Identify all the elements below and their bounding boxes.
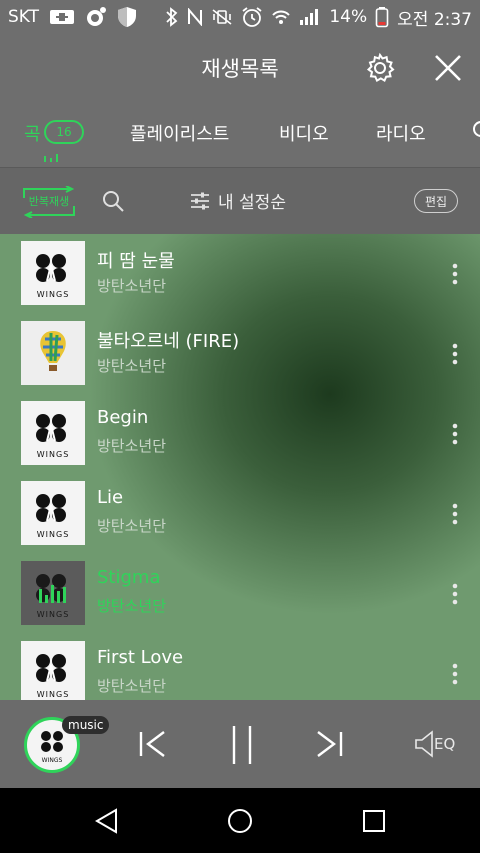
song-row-now-playing[interactable]: WINGS Stigma 방탄소년단 (0, 554, 480, 634)
wifi-icon (271, 7, 291, 27)
back-icon[interactable] (94, 808, 120, 838)
song-title: 불타오르네 (FIRE) (97, 331, 240, 352)
svg-text:WINGS: WINGS (37, 530, 70, 539)
alarm-icon (241, 6, 263, 28)
more-options-icon[interactable] (447, 262, 463, 286)
song-artist: 방탄소년단 (97, 357, 167, 375)
song-row[interactable]: WINGS Begin 방탄소년단 (0, 394, 480, 474)
tab-radio[interactable]: 라디오 (376, 120, 426, 146)
svg-text:WINGS: WINGS (42, 757, 63, 764)
home-icon[interactable] (227, 808, 253, 838)
album-art (21, 321, 85, 385)
clock: 오전 2:37 (397, 9, 472, 30)
song-artist: 방탄소년단 (97, 277, 167, 295)
sort-sliders-icon (191, 192, 209, 209)
sort-label: 내 설정순 (218, 193, 286, 213)
song-row[interactable]: WINGS First Love 방탄소년단 (0, 634, 480, 700)
sort-button[interactable]: 내 설정순 (190, 188, 286, 213)
song-artist: 방탄소년단 (97, 437, 167, 455)
tab-videos[interactable]: 비디오 (279, 120, 329, 146)
edit-button[interactable]: 편집 (414, 189, 458, 213)
song-row[interactable]: WINGS 피 땀 눈물 방탄소년단 (0, 234, 480, 314)
carrier-label: SKT (8, 7, 40, 27)
mini-player: WINGS music EQ (0, 700, 480, 788)
system-nav-bar (0, 788, 480, 853)
previous-track-icon[interactable] (136, 728, 168, 764)
svg-text:WINGS: WINGS (37, 690, 70, 699)
song-row[interactable]: WINGS Lie 방탄소년단 (0, 474, 480, 554)
status-bar: SKT 14% 오전 2:37 (0, 0, 480, 34)
eq-button[interactable]: EQ (414, 730, 455, 758)
recents-icon[interactable] (362, 809, 386, 837)
pause-icon[interactable] (226, 724, 258, 770)
playlist-header: 재생목록 (0, 34, 480, 102)
song-artist: 방탄소년단 (97, 677, 167, 695)
signal-icon (299, 8, 321, 26)
next-track-icon[interactable] (314, 728, 346, 764)
svg-text:WINGS: WINGS (37, 450, 70, 459)
album-art: WINGS (21, 561, 85, 625)
album-art: WINGS (21, 241, 85, 305)
song-artist: 방탄소년단 (97, 597, 167, 615)
page-title: 재생목록 (201, 57, 279, 81)
more-options-icon[interactable] (447, 342, 463, 366)
album-art: WINGS (21, 641, 85, 700)
nfc-icon (187, 8, 203, 26)
battery-percent: 14% (329, 7, 368, 27)
tab-playlists[interactable]: 플레이리스트 (130, 120, 229, 146)
tab-bar: 곡 16 플레이리스트 비디오 라디오 (0, 102, 480, 168)
repeat-label: 반복재생 (28, 195, 70, 208)
close-icon[interactable] (432, 52, 464, 84)
song-list: WINGS 피 땀 눈물 방탄소년단 불타오르네 (FIRE) 방탄소년단 WI… (0, 234, 480, 700)
vibrate-mute-icon (211, 8, 233, 26)
now-playing-eq-icon (44, 154, 58, 162)
tab-more-partial[interactable] (472, 120, 480, 143)
shield-icon (117, 6, 137, 28)
album-art: WINGS (21, 481, 85, 545)
battery-icon (375, 6, 389, 28)
song-title: Begin (97, 407, 149, 428)
tab-songs[interactable]: 곡 (24, 120, 41, 146)
eq-label: EQ (434, 735, 456, 753)
more-options-icon[interactable] (447, 422, 463, 446)
song-title: 피 땀 눈물 (97, 251, 175, 272)
bluetooth-icon (165, 7, 179, 27)
repeat-button[interactable]: 반복재생 (20, 186, 78, 218)
search-icon[interactable] (102, 190, 124, 216)
list-toolbar: 반복재생 내 설정순 편집 (0, 168, 480, 234)
music-app-tag: music (62, 716, 110, 734)
svg-text:WINGS: WINGS (37, 290, 70, 299)
more-options-icon[interactable] (447, 582, 463, 606)
more-options-icon[interactable] (447, 502, 463, 526)
song-title: Stigma (97, 567, 161, 588)
song-row[interactable]: 불타오르네 (FIRE) 방탄소년단 (0, 314, 480, 394)
message-icon (49, 8, 75, 26)
album-art: WINGS (21, 401, 85, 465)
song-title: Lie (97, 487, 124, 508)
app-notification-icon (85, 6, 107, 28)
song-title: First Love (97, 647, 184, 668)
song-count-badge: 16 (44, 120, 84, 144)
settings-gear-icon[interactable] (364, 52, 396, 84)
speaker-icon (415, 730, 433, 758)
svg-text:WINGS: WINGS (37, 610, 70, 619)
more-options-icon[interactable] (447, 662, 463, 686)
song-artist: 방탄소년단 (97, 517, 167, 535)
